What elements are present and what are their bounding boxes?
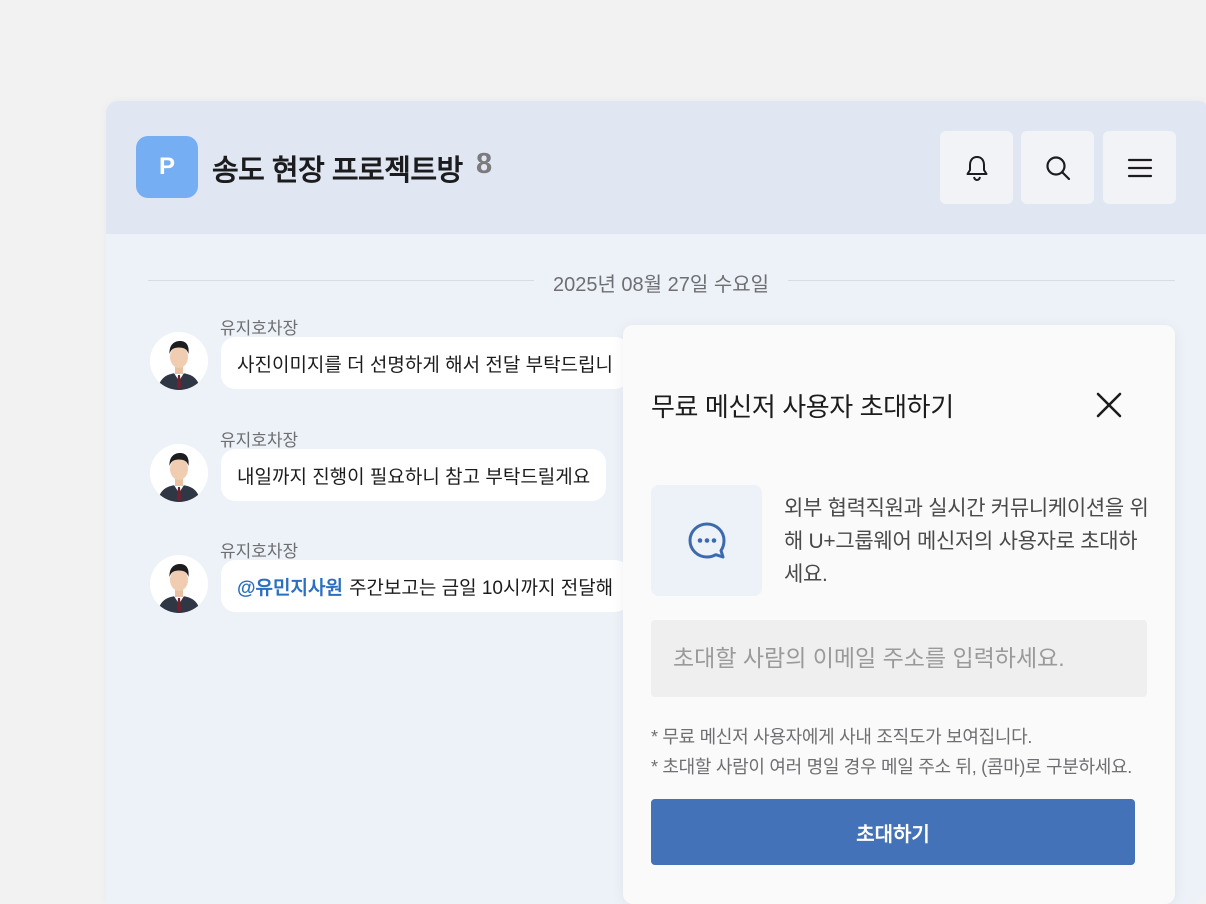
info-icon-box	[651, 485, 762, 596]
note-comma-separator: * 초대할 사람이 여러 명일 경우 메일 주소 뒤, (콤마)로 구분하세요.	[651, 757, 1133, 777]
search-button[interactable]	[1021, 131, 1094, 204]
sender-name: 유지호차장	[220, 542, 299, 561]
date-label: 2025년 08월 27일 수요일	[552, 274, 770, 296]
mention-link[interactable]: @유민지사원	[237, 573, 343, 600]
note-org-chart: * 무료 메신저 사용자에게 사내 조직도가 보여집니다.	[651, 727, 1033, 747]
close-icon	[1096, 392, 1122, 418]
info-text: 외부 협력직원과 실시간 커뮤니케이션을 위해 U+그룹웨어 메신저의 사용자로…	[784, 497, 1149, 586]
app-background: P 송도 현장 프로젝트방 8 2025년 08월 27일 수요일 유지호차장 …	[0, 0, 1206, 904]
message-text: 사진이미지를 더 선명하게 해서 전달 부탁드립니	[237, 354, 613, 376]
sender-avatar[interactable]	[150, 444, 208, 502]
sender-avatar[interactable]	[150, 555, 208, 613]
bell-icon	[966, 155, 987, 181]
member-count: 8	[476, 148, 493, 180]
message-text: 내일까지 진행이 필요하니 참고 부탁드릴게요	[237, 466, 591, 488]
room-title: 송도 현장 프로젝트방	[212, 155, 463, 187]
message-bubble[interactable]: 내일까지 진행이 필요하니 참고 부탁드릴게요	[221, 449, 607, 501]
message-text: 주간보고는 금일 10시까지 전달해	[348, 577, 614, 599]
divider-line	[148, 280, 534, 281]
menu-icon	[1127, 158, 1152, 177]
chat-header: P 송도 현장 프로젝트방 8	[106, 101, 1206, 234]
room-avatar-letter: P	[158, 153, 175, 180]
chat-bubble-icon	[688, 522, 725, 558]
room-avatar: P	[136, 136, 198, 198]
notification-button[interactable]	[940, 131, 1013, 204]
menu-button[interactable]	[1103, 131, 1176, 204]
date-divider: 2025년 08월 27일 수요일	[148, 265, 1175, 296]
invite-button[interactable]: 초대하기	[651, 799, 1135, 865]
divider-line	[788, 280, 1175, 281]
sender-avatar[interactable]	[150, 332, 208, 390]
invite-panel: 무료 메신저 사용자 초대하기 외부 협력직원과 실시간 커뮤니케이션을 위해 …	[623, 325, 1175, 904]
sender-name: 유지호차장	[220, 431, 299, 450]
chat-window: P 송도 현장 프로젝트방 8 2025년 08월 27일 수요일 유지호차장 …	[106, 101, 1206, 904]
email-input[interactable]	[651, 620, 1147, 697]
sender-name: 유지호차장	[220, 319, 299, 338]
message-bubble[interactable]: 사진이미지를 더 선명하게 해서 전달 부탁드립니	[221, 337, 629, 389]
search-icon	[1045, 155, 1070, 180]
message-bubble[interactable]: @유민지사원 주간보고는 금일 10시까지 전달해	[221, 560, 630, 612]
panel-title: 무료 메신저 사용자 초대하기	[651, 392, 954, 422]
close-button[interactable]	[1091, 387, 1127, 423]
